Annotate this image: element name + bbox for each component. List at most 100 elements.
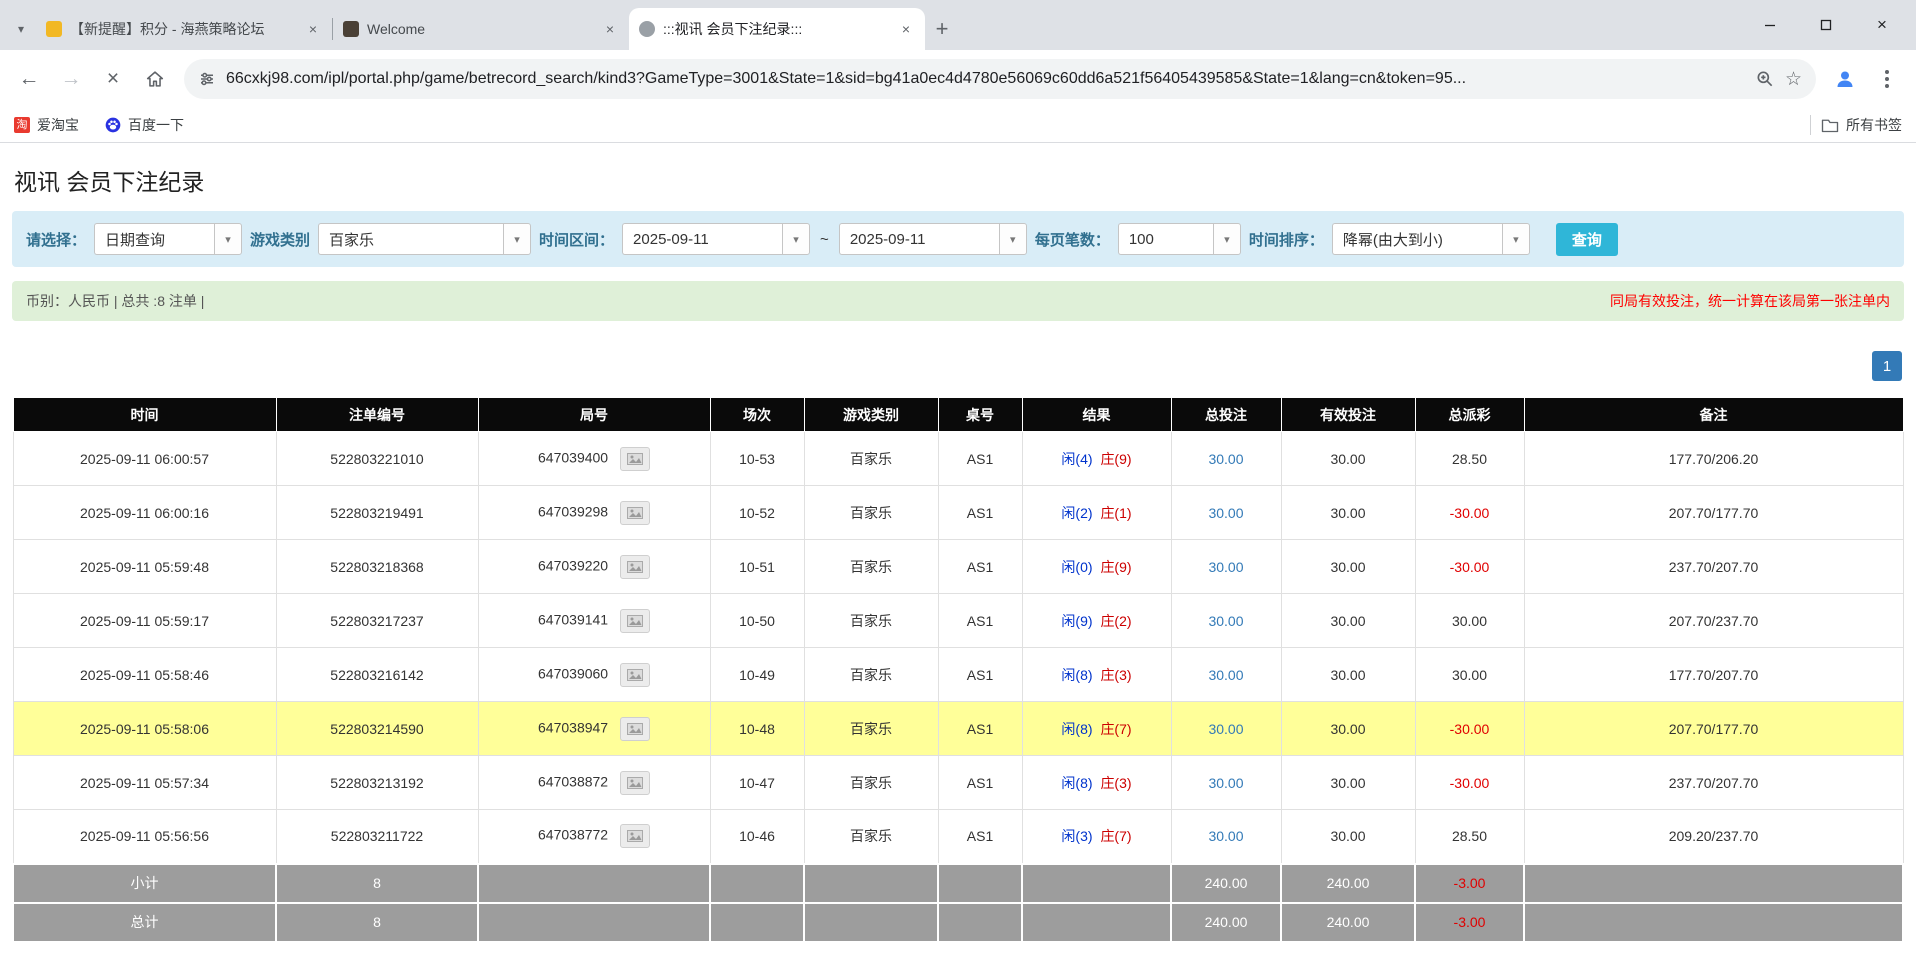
home-button[interactable] <box>136 60 174 98</box>
total-bet-link[interactable]: 30.00 <box>1208 667 1243 683</box>
tab-welcome[interactable]: Welcome × <box>333 8 629 50</box>
picture-icon <box>627 669 643 681</box>
cell-payout: 30.00 <box>1415 594 1524 648</box>
tab-bet-records-active[interactable]: :::视讯 会员下注纪录::: × <box>629 8 925 50</box>
round-replay-button[interactable] <box>620 447 650 471</box>
total-label: 总计 <box>13 903 276 942</box>
chevron-down-icon[interactable]: ▾ <box>1502 223 1530 255</box>
picture-icon <box>627 453 643 465</box>
result-player: 闲(4) <box>1061 451 1092 467</box>
page-number-button[interactable]: 1 <box>1872 351 1902 381</box>
all-bookmarks-button[interactable]: 所有书签 <box>1821 115 1902 135</box>
tab-title: Welcome <box>367 21 593 37</box>
forward-button[interactable]: → <box>52 60 90 98</box>
back-button[interactable]: ← <box>10 60 48 98</box>
chevron-down-icon[interactable]: ▾ <box>999 223 1027 255</box>
welcome-favicon-icon <box>343 21 359 37</box>
date-from-select[interactable]: 2025-09-11 ▾ <box>622 223 810 255</box>
round-replay-button[interactable] <box>620 501 650 525</box>
round-replay-button[interactable] <box>620 771 650 795</box>
zoom-icon[interactable] <box>1755 69 1775 89</box>
total-bet-link[interactable]: 30.00 <box>1208 721 1243 737</box>
cell-game-type: 百家乐 <box>804 702 938 756</box>
window-close-button[interactable]: × <box>1854 0 1910 50</box>
tab-forum[interactable]: 【新提醒】积分 - 海燕策略论坛 × <box>36 8 332 50</box>
game-type-select[interactable]: 百家乐 ▾ <box>318 223 531 255</box>
round-replay-button[interactable] <box>620 609 650 633</box>
per-page-value[interactable]: 100 <box>1118 223 1213 255</box>
subtotal-valid-bet: 240.00 <box>1281 864 1415 903</box>
col-header-bet-id: 注单编号 <box>276 398 478 432</box>
total-bet-link[interactable]: 30.00 <box>1208 775 1243 791</box>
person-icon <box>1833 67 1857 91</box>
cell-session: 10-53 <box>710 432 804 486</box>
date-from-value[interactable]: 2025-09-11 <box>622 223 782 255</box>
date-to-value[interactable]: 2025-09-11 <box>839 223 999 255</box>
cell-time: 2025-09-11 05:58:06 <box>13 702 276 756</box>
stop-button[interactable]: × <box>94 60 132 98</box>
total-bet-link[interactable]: 30.00 <box>1208 613 1243 629</box>
profile-avatar[interactable] <box>1826 60 1864 98</box>
tab-close-icon[interactable]: × <box>897 20 915 38</box>
game-type-value[interactable]: 百家乐 <box>318 223 503 255</box>
cell-time: 2025-09-11 05:58:46 <box>13 648 276 702</box>
summary-bar: 币别：人民币 | 总共 :8 注单 | 同局有效投注，统一计算在该局第一张注单内 <box>12 281 1904 321</box>
subtotal-count: 8 <box>276 864 478 903</box>
chevron-down-icon[interactable]: ▾ <box>782 223 810 255</box>
cell-valid-bet: 30.00 <box>1281 810 1415 864</box>
subtotal-label: 小计 <box>13 864 276 903</box>
round-replay-button[interactable] <box>620 717 650 741</box>
chevron-down-icon[interactable]: ▾ <box>214 223 242 255</box>
cell-remark: 207.70/237.70 <box>1524 594 1903 648</box>
bookmark-baidu[interactable]: 百度一下 <box>105 115 184 135</box>
tab-search-chevron-icon[interactable]: ▾ <box>6 8 36 50</box>
site-info-icon[interactable] <box>198 70 216 88</box>
window-minimize-button[interactable] <box>1742 0 1798 50</box>
cell-round: 647039400 <box>478 432 710 486</box>
url-text[interactable]: 66cxkj98.com/ipl/portal.php/game/betreco… <box>226 70 1745 88</box>
cell-round: 647038772 <box>478 810 710 864</box>
subtotal-total-bet: 240.00 <box>1171 864 1281 903</box>
address-bar[interactable]: 66cxkj98.com/ipl/portal.php/game/betreco… <box>184 59 1816 99</box>
cell-result: 闲(0) 庄(9) <box>1022 540 1171 594</box>
bookmark-star-icon[interactable]: ☆ <box>1785 68 1802 91</box>
query-type-value[interactable]: 日期查询 <box>94 223 214 255</box>
total-bet-link[interactable]: 30.00 <box>1208 505 1243 521</box>
cell-valid-bet: 30.00 <box>1281 540 1415 594</box>
browser-menu-button[interactable] <box>1868 60 1906 98</box>
tab-close-icon[interactable]: × <box>601 20 619 38</box>
cell-total-bet: 30.00 <box>1171 486 1281 540</box>
time-sort-select[interactable]: 降幂(由大到小) ▾ <box>1332 223 1530 255</box>
col-header-time: 时间 <box>13 398 276 432</box>
total-bet-link[interactable]: 30.00 <box>1208 559 1243 575</box>
bookmark-aitaobao[interactable]: 淘 爱淘宝 <box>14 115 79 135</box>
cell-total-bet: 30.00 <box>1171 648 1281 702</box>
result-banker: 庄(7) <box>1100 721 1131 737</box>
cell-session: 10-46 <box>710 810 804 864</box>
query-button[interactable]: 查询 <box>1556 223 1618 256</box>
total-bet-link[interactable]: 30.00 <box>1208 451 1243 467</box>
round-replay-button[interactable] <box>620 663 650 687</box>
date-to-select[interactable]: 2025-09-11 ▾ <box>839 223 1027 255</box>
chevron-down-icon[interactable]: ▾ <box>1213 223 1241 255</box>
result-player: 闲(8) <box>1061 775 1092 791</box>
new-tab-button[interactable]: + <box>925 12 959 46</box>
cell-result: 闲(4) 庄(9) <box>1022 432 1171 486</box>
pagination: 1 <box>14 351 1902 381</box>
cell-game-type: 百家乐 <box>804 810 938 864</box>
window-maximize-button[interactable] <box>1798 0 1854 50</box>
page-title: 视讯 会员下注纪录 <box>14 163 1902 197</box>
time-sort-value[interactable]: 降幂(由大到小) <box>1332 223 1502 255</box>
bookmark-label: 爱淘宝 <box>37 115 79 135</box>
query-type-select[interactable]: 日期查询 ▾ <box>94 223 242 255</box>
cell-remark: 177.70/207.70 <box>1524 648 1903 702</box>
chevron-down-icon[interactable]: ▾ <box>503 223 531 255</box>
cell-bet-id: 522803219491 <box>276 486 478 540</box>
per-page-select[interactable]: 100 ▾ <box>1118 223 1241 255</box>
round-replay-button[interactable] <box>620 824 650 848</box>
round-replay-button[interactable] <box>620 555 650 579</box>
cell-remark: 237.70/207.70 <box>1524 540 1903 594</box>
tab-close-icon[interactable]: × <box>304 20 322 38</box>
total-bet-link[interactable]: 30.00 <box>1208 828 1243 844</box>
all-bookmarks-label: 所有书签 <box>1846 115 1902 135</box>
